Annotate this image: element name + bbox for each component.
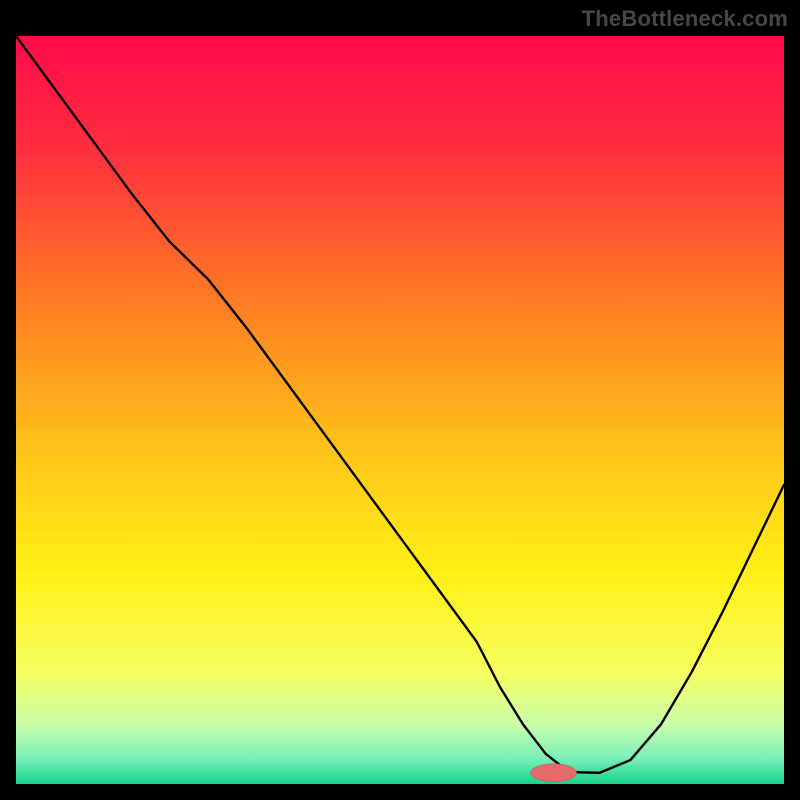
plot-area — [16, 36, 784, 784]
chart-frame: TheBottleneck.com — [0, 0, 800, 800]
plot-svg — [16, 36, 784, 784]
optimal-marker — [531, 764, 577, 782]
watermark-text: TheBottleneck.com — [582, 6, 788, 32]
gradient-rect — [16, 36, 784, 784]
